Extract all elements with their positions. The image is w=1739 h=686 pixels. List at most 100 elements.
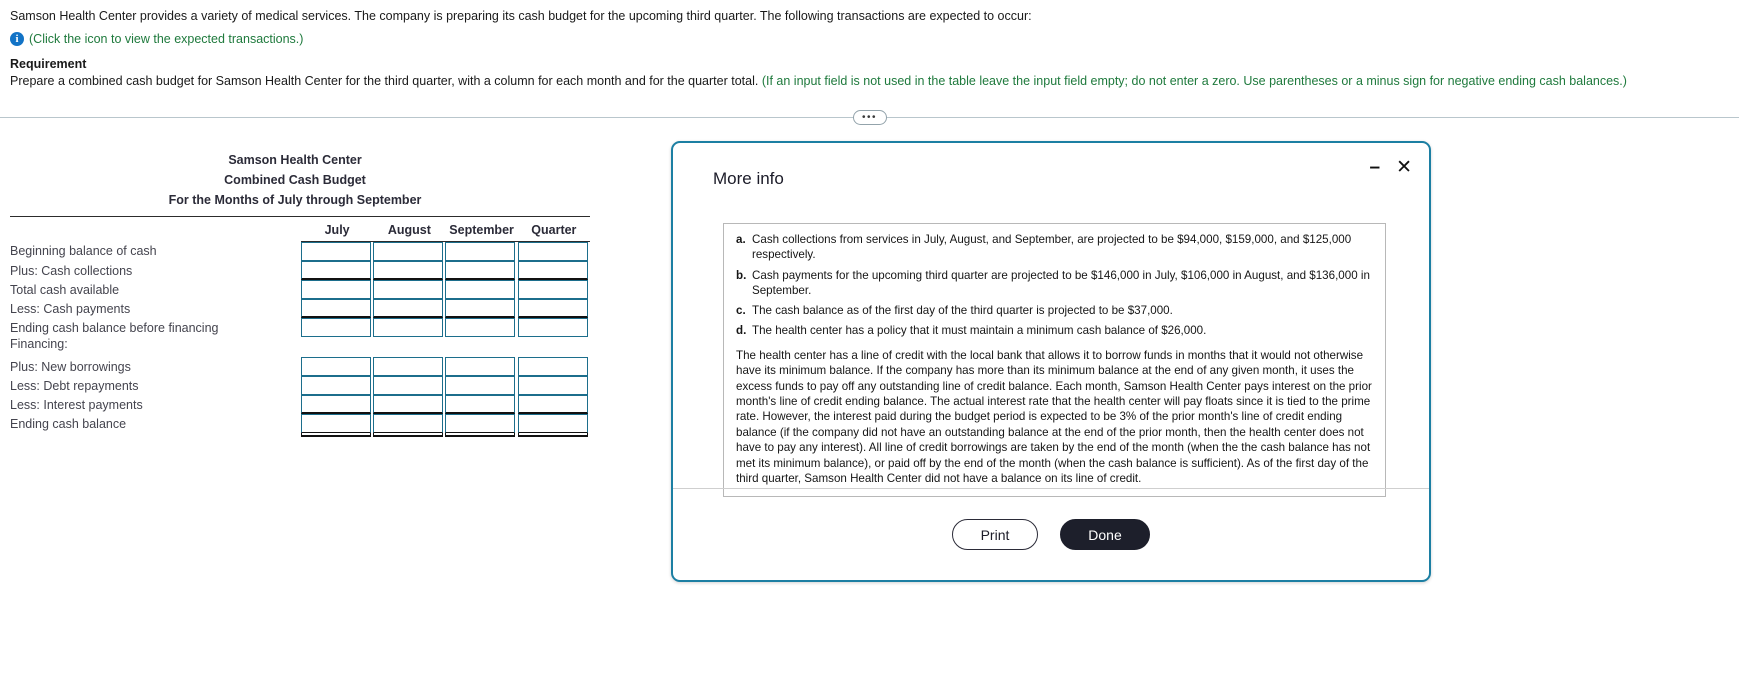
budget-input-july[interactable]	[301, 280, 371, 299]
input-cell[interactable]	[373, 318, 445, 337]
row-label: Beginning balance of cash	[10, 244, 157, 259]
table-row: Ending cash balance	[10, 414, 590, 433]
input-cell[interactable]	[517, 280, 590, 299]
input-cell	[373, 337, 445, 351]
info-icon[interactable]: i	[10, 31, 24, 46]
requirement-heading: Requirement	[10, 56, 87, 71]
table-header-row: July August September Quarter	[10, 216, 590, 242]
budget-input-september[interactable]	[445, 261, 516, 280]
budget-input-august[interactable]	[373, 357, 444, 376]
budget-input-september[interactable]	[445, 414, 516, 433]
transactions-link-text[interactable]: (Click the icon to view the expected tra…	[29, 32, 303, 46]
input-cell[interactable]	[517, 395, 590, 414]
table-row: Financing:	[10, 337, 590, 351]
input-cell[interactable]	[301, 376, 373, 395]
input-cell[interactable]	[373, 357, 445, 376]
input-cell[interactable]	[445, 261, 517, 280]
input-cell[interactable]	[373, 261, 445, 280]
budget-input-july[interactable]	[301, 318, 371, 337]
input-cell[interactable]	[301, 414, 373, 433]
row-label: Plus: New borrowings	[10, 359, 131, 374]
list-item-text: The cash balance as of the first day of …	[752, 304, 1173, 318]
print-button[interactable]: Print	[952, 519, 1038, 550]
input-cell[interactable]	[301, 280, 373, 299]
input-cell[interactable]	[373, 299, 445, 318]
input-cell[interactable]	[301, 395, 373, 414]
input-cell[interactable]	[301, 357, 373, 376]
budget-input-july[interactable]	[301, 414, 371, 433]
input-cell[interactable]	[517, 357, 590, 376]
input-cell[interactable]	[373, 376, 445, 395]
budget-input-september[interactable]	[445, 318, 516, 337]
budget-input-quarter[interactable]	[517, 261, 588, 280]
budget-input-august[interactable]	[373, 395, 444, 414]
table-row: Less: Debt repayments	[10, 376, 590, 395]
input-cell[interactable]	[301, 242, 373, 261]
budget-input-september[interactable]	[445, 299, 516, 318]
budget-input-august[interactable]	[373, 242, 444, 261]
list-item-marker: d.	[736, 324, 747, 338]
column-header-july: July	[301, 216, 374, 242]
budget-input-august[interactable]	[373, 376, 444, 395]
budget-input-quarter[interactable]	[517, 280, 588, 299]
budget-input-august[interactable]	[373, 280, 444, 299]
input-cell[interactable]	[445, 280, 517, 299]
dialog-title: More info	[713, 169, 784, 188]
budget-input-july[interactable]	[301, 299, 371, 318]
budget-input-september[interactable]	[445, 242, 516, 261]
input-cell[interactable]	[373, 414, 445, 433]
budget-input-quarter[interactable]	[517, 242, 588, 261]
budget-input-september[interactable]	[445, 376, 516, 395]
input-cell[interactable]	[517, 261, 590, 280]
budget-input-september[interactable]	[445, 357, 516, 376]
minimize-icon[interactable]: –	[1370, 158, 1381, 177]
budget-input-july[interactable]	[301, 242, 371, 261]
row-label: Plus: Cash collections	[10, 263, 133, 278]
divider-collapse-handle[interactable]: •••	[852, 109, 887, 125]
budget-input-august[interactable]	[373, 318, 444, 337]
input-cell[interactable]	[445, 414, 517, 433]
budget-input-quarter[interactable]	[517, 299, 588, 318]
input-cell[interactable]	[517, 242, 590, 261]
budget-input-september[interactable]	[445, 395, 516, 414]
budget-input-quarter[interactable]	[517, 376, 588, 395]
input-cell[interactable]	[517, 376, 590, 395]
input-cell[interactable]	[445, 318, 517, 337]
budget-input-august[interactable]	[373, 261, 444, 280]
input-cell[interactable]	[445, 299, 517, 318]
transactions-icon-line: i (Click the icon to view the expected t…	[10, 31, 1729, 46]
input-cell[interactable]	[517, 318, 590, 337]
list-item-text: Cash collections from services in July, …	[752, 233, 1352, 262]
budget-input-july[interactable]	[301, 261, 371, 280]
input-cell[interactable]	[373, 242, 445, 261]
done-button[interactable]: Done	[1060, 519, 1150, 550]
budget-input-august[interactable]	[373, 414, 444, 433]
list-item-marker: b.	[736, 268, 747, 282]
input-cell[interactable]	[517, 414, 590, 433]
budget-input-quarter[interactable]	[517, 414, 588, 433]
input-cell[interactable]	[445, 376, 517, 395]
section-divider: •••	[0, 106, 1739, 128]
input-cell[interactable]	[301, 299, 373, 318]
budget-input-july[interactable]	[301, 357, 371, 376]
close-icon[interactable]: ✕	[1396, 158, 1412, 177]
budget-input-quarter[interactable]	[517, 357, 588, 376]
budget-input-quarter[interactable]	[517, 395, 588, 414]
input-cell[interactable]	[301, 261, 373, 280]
budget-input-september[interactable]	[445, 280, 516, 299]
budget-input-july[interactable]	[301, 395, 371, 414]
input-cell[interactable]	[445, 242, 517, 261]
cash-budget-worksheet: Samson Health Center Combined Cash Budge…	[10, 150, 610, 433]
input-cell[interactable]	[517, 299, 590, 318]
transactions-list: a. Cash collections from services in July…	[736, 232, 1373, 339]
input-cell[interactable]	[445, 357, 517, 376]
table-row: Total cash available	[10, 280, 590, 299]
input-cell[interactable]	[373, 395, 445, 414]
input-cell[interactable]	[301, 318, 373, 337]
budget-input-quarter[interactable]	[517, 318, 588, 337]
input-cell[interactable]	[373, 280, 445, 299]
worksheet-title-statement: Combined Cash Budget	[224, 173, 366, 187]
budget-input-august[interactable]	[373, 299, 444, 318]
input-cell[interactable]	[445, 395, 517, 414]
budget-input-july[interactable]	[301, 376, 371, 395]
